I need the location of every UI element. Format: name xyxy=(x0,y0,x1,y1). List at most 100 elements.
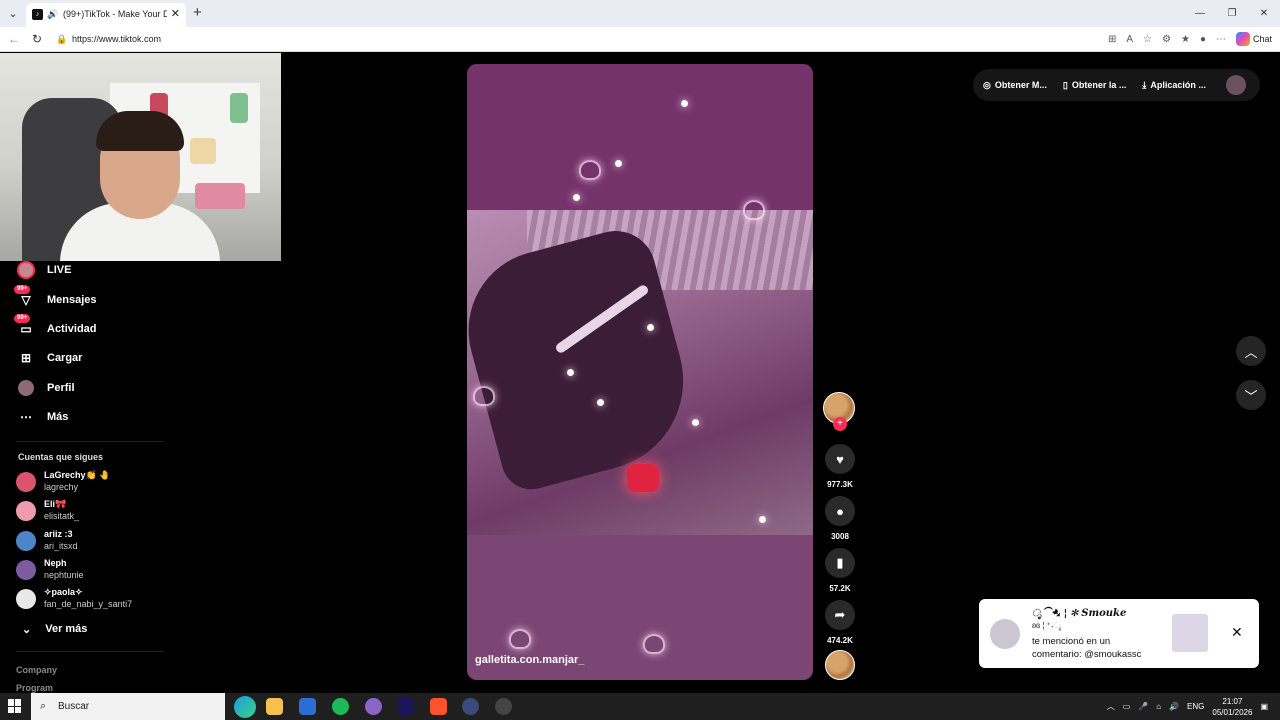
address-toolbar: ← ↻ 🔒 https://www.tiktok.com ⊞ A ☆ ⚙ ★ ●… xyxy=(0,27,1280,52)
notifications-icon[interactable]: ▣ xyxy=(1260,702,1268,711)
premiere-icon[interactable] xyxy=(397,698,414,715)
nav-activity[interactable]: ▭ 99+ Actividad xyxy=(14,314,97,340)
new-tab-button[interactable]: + xyxy=(193,4,202,21)
obs-icon[interactable] xyxy=(495,698,512,715)
previous-video-button[interactable]: ︿ xyxy=(1236,336,1266,366)
messages-icon: ▽ 99+ xyxy=(14,285,35,309)
store-icon[interactable] xyxy=(299,698,316,715)
mention-notification[interactable]: ೃ⁀➷ ¦ ✻ Smouke ʚɞ ¦ ⁺˖ೃ te mencionó en u… xyxy=(979,599,1259,668)
upload-icon: ⊞ xyxy=(20,351,32,365)
lock-icon[interactable]: 🔒 xyxy=(56,30,67,49)
discord-icon[interactable] xyxy=(365,698,382,715)
browser-tools: ⊞ A ☆ ⚙ ★ ● ⋯ Chat xyxy=(1108,32,1272,46)
sound-disc[interactable] xyxy=(823,650,857,680)
creator-avatar[interactable]: + xyxy=(823,392,857,431)
extensions-icon[interactable]: ⚙ xyxy=(1162,34,1171,45)
copilot-chat-button[interactable]: Chat xyxy=(1235,32,1272,46)
app-icon[interactable] xyxy=(462,698,479,715)
copilot-icon xyxy=(1235,32,1250,46)
tab-actions-menu-icon[interactable]: ⌄ xyxy=(5,6,21,22)
clock-time: 21:07 xyxy=(1222,696,1243,706)
profile-icon xyxy=(17,379,35,397)
address-field[interactable]: 🔒 https://www.tiktok.com xyxy=(52,30,1072,49)
brave-icon[interactable] xyxy=(430,698,447,715)
sparkle xyxy=(681,100,688,107)
heart-sticker xyxy=(743,200,765,220)
video-player[interactable]: galletita.con.manjar_ xyxy=(467,64,813,680)
sparkle xyxy=(647,324,654,331)
restore-icon[interactable]: ❐ xyxy=(1216,0,1248,27)
desktop-app-button[interactable]: ⤓ Aplicación ... xyxy=(1142,80,1206,91)
get-app-button[interactable]: ▯ Obtener la ... xyxy=(1063,80,1126,91)
get-coins-button[interactable]: ◎ Obtener M... xyxy=(983,80,1047,91)
comment-button[interactable]: ● 3008 xyxy=(823,496,857,541)
figure-toy xyxy=(195,183,245,209)
heart-sticker xyxy=(509,629,531,649)
search-icon: ⌕ xyxy=(40,700,47,712)
avatar xyxy=(16,472,36,492)
see-more-button[interactable]: ⌄ Ver más xyxy=(22,623,87,636)
minimize-icon[interactable]: — xyxy=(1184,0,1216,27)
favorite-star-icon[interactable]: ☆ xyxy=(1143,34,1152,45)
following-title: Cuentas que sigues xyxy=(18,452,104,462)
video-caption[interactable]: galletita.con.manjar_ xyxy=(475,654,584,666)
network-icon[interactable]: ⌂ xyxy=(1156,702,1161,711)
avatar xyxy=(16,501,36,521)
desktop-app-label: Aplicación ... xyxy=(1150,79,1206,90)
close-tab-icon[interactable]: ✕ xyxy=(171,3,180,25)
footer-link-program[interactable]: Program xyxy=(16,683,53,693)
translate-icon[interactable]: A xyxy=(1126,34,1133,45)
account-handle: fan_de_nabi_y_santi7 xyxy=(44,599,133,609)
activity-icon: ▭ 99+ xyxy=(14,314,35,338)
close-window-icon[interactable]: ✕ xyxy=(1248,0,1280,27)
avatar xyxy=(16,531,36,551)
nav-upload[interactable]: ⊞ Cargar xyxy=(17,347,83,369)
language-indicator[interactable]: ENG xyxy=(1187,702,1204,711)
edge-icon[interactable] xyxy=(234,696,256,718)
clock[interactable]: 21:07 05/01/2026 xyxy=(1212,696,1252,718)
file-explorer-icon[interactable] xyxy=(266,698,283,715)
webcam-overlay xyxy=(0,53,281,261)
messages-badge: 99+ xyxy=(14,285,31,294)
refresh-icon[interactable]: ↻ xyxy=(32,32,42,46)
back-icon[interactable]: ← xyxy=(8,32,20,46)
close-notification-icon[interactable]: ✕ xyxy=(1231,624,1243,641)
battery-icon[interactable]: ▭ xyxy=(1123,702,1131,711)
volume-icon[interactable]: 🔊 xyxy=(1169,702,1179,711)
nav-messages[interactable]: ▽ 99+ Mensajes xyxy=(14,285,97,311)
nav-live[interactable]: LIVE xyxy=(17,259,71,281)
app-available-icon[interactable]: ⊞ xyxy=(1108,34,1116,45)
share-button[interactable]: ➦ 474.2K xyxy=(823,600,857,645)
settings-more-icon[interactable]: ⋯ xyxy=(1216,34,1226,45)
windows-start-icon[interactable] xyxy=(8,699,22,713)
spotify-icon[interactable] xyxy=(332,698,349,715)
chat-label: Chat xyxy=(1252,34,1272,44)
phone-icon: ▯ xyxy=(1062,79,1068,90)
save-button[interactable]: ▮ 57.2K xyxy=(823,548,857,593)
sparkle xyxy=(692,419,699,426)
nav-profile[interactable]: Perfil xyxy=(17,377,75,399)
footer-link-company[interactable]: Company xyxy=(16,665,57,675)
next-video-button[interactable]: ﹀ xyxy=(1236,380,1266,410)
notification-user-subname: ʚɞ ¦ ⁺˖ೃ xyxy=(1032,621,1062,630)
tray-expand-icon[interactable]: ︿ xyxy=(1107,701,1115,712)
sparkle xyxy=(615,160,622,167)
avatar xyxy=(16,560,36,580)
notification-user-name: ೃ⁀➷ ¦ ✻ Smouke xyxy=(1032,608,1127,619)
chevron-up-icon: ︿ xyxy=(1244,344,1258,360)
audio-playing-icon[interactable]: 🔊 xyxy=(47,3,58,25)
taskbar-search[interactable]: ⌕ Buscar xyxy=(31,693,225,720)
microphone-icon[interactable]: 🎤 xyxy=(1138,702,1148,711)
profile-icon[interactable]: ● xyxy=(1200,34,1206,45)
favorites-icon[interactable]: ★ xyxy=(1181,34,1190,45)
bookmark-icon: ▮ xyxy=(825,548,855,578)
tab-tiktok[interactable]: ♪ 🔊 (99+)TikTok - Make Your Day ✕ xyxy=(26,3,186,27)
activity-badge: 99+ xyxy=(14,314,31,323)
user-avatar[interactable] xyxy=(1225,75,1246,95)
window-controls: — ❐ ✕ xyxy=(1184,0,1280,27)
nav-more[interactable]: ⋯ Más xyxy=(17,406,68,428)
follow-plus-icon[interactable]: + xyxy=(833,417,847,431)
see-more-label: Ver más xyxy=(45,623,88,635)
sparkle xyxy=(573,194,580,201)
like-button[interactable]: ♥ 977.3K xyxy=(823,444,857,489)
